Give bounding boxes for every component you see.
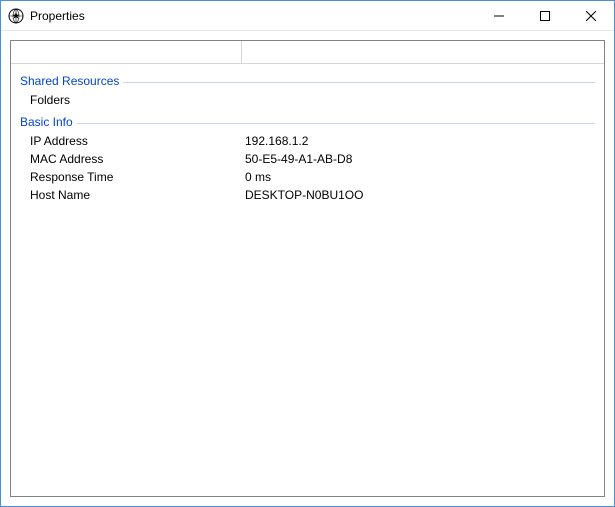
properties-panel: Shared Resources Folders Basic Info IP A… — [10, 40, 605, 497]
client-area: Shared Resources Folders Basic Info IP A… — [1, 31, 614, 506]
window-controls — [476, 1, 614, 30]
row-host-name: Host Name DESKTOP-N0BU1OO — [20, 186, 595, 204]
properties-content: Shared Resources Folders Basic Info IP A… — [11, 64, 604, 204]
value-mac-address: 50-E5-49-A1-AB-D8 — [245, 152, 595, 166]
row-folders: Folders — [20, 91, 595, 109]
properties-window: Properties Shared Resources Folders — [0, 0, 615, 507]
label-host-name: Host Name — [30, 188, 245, 202]
section-rule — [77, 123, 595, 124]
label-mac-address: MAC Address — [30, 152, 245, 166]
window-title: Properties — [30, 9, 476, 23]
value-host-name: DESKTOP-N0BU1OO — [245, 188, 595, 202]
row-mac-address: MAC Address 50-E5-49-A1-AB-D8 — [20, 150, 595, 168]
label-response-time: Response Time — [30, 170, 245, 184]
app-icon — [8, 8, 24, 24]
value-folders — [245, 93, 595, 107]
section-rule — [123, 82, 595, 83]
label-ip-address: IP Address — [30, 134, 245, 148]
maximize-icon — [540, 11, 550, 21]
minimize-icon — [494, 11, 504, 21]
close-button[interactable] — [568, 1, 614, 31]
section-shared-resources: Shared Resources — [20, 74, 595, 88]
section-basic-info: Basic Info — [20, 115, 595, 129]
section-title-shared: Shared Resources — [20, 74, 119, 88]
close-icon — [586, 11, 596, 21]
label-folders: Folders — [30, 93, 245, 107]
minimize-button[interactable] — [476, 1, 522, 31]
row-response-time: Response Time 0 ms — [20, 168, 595, 186]
value-response-time: 0 ms — [245, 170, 595, 184]
tab-strip — [11, 41, 604, 64]
section-title-basic: Basic Info — [20, 115, 73, 129]
maximize-button[interactable] — [522, 1, 568, 31]
value-ip-address: 192.168.1.2 — [245, 134, 595, 148]
titlebar[interactable]: Properties — [1, 1, 614, 31]
row-ip-address: IP Address 192.168.1.2 — [20, 132, 595, 150]
